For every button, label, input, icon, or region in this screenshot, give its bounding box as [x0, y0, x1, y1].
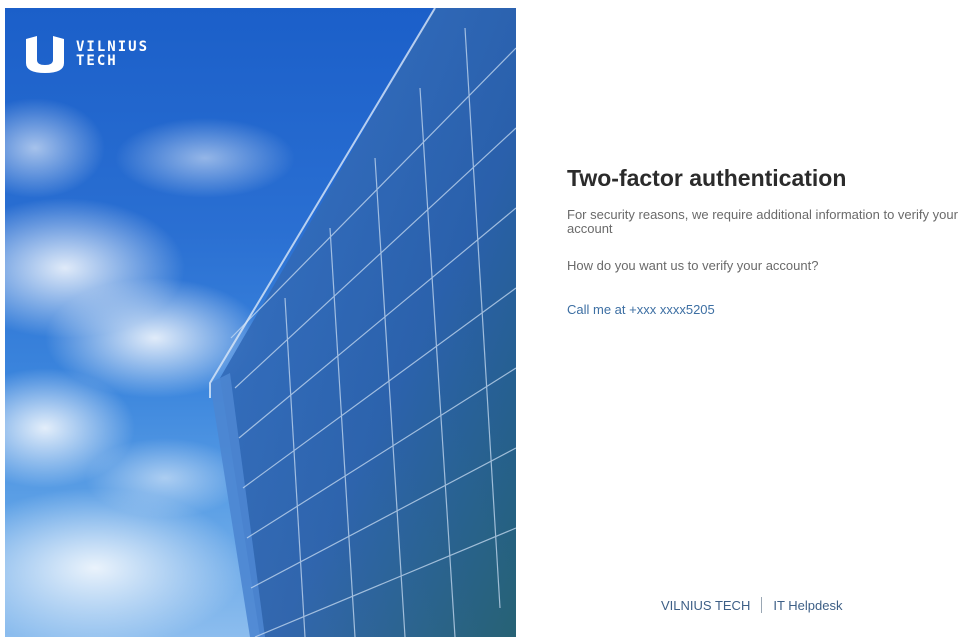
building-sky-illustration [5, 8, 516, 637]
footer-divider [761, 597, 763, 613]
hero-image: VILNIUS TECH [5, 8, 516, 637]
footer-brand-link[interactable]: VILNIUS TECH [661, 598, 750, 613]
mfa-panel: Two-factor authentication For security r… [567, 164, 972, 319]
logo-line-1: VILNIUS [76, 39, 150, 55]
security-description: For security reasons, we require additio… [567, 207, 958, 236]
verification-question: How do you want us to verify your accoun… [567, 258, 819, 273]
call-me-option[interactable]: Call me at +xxx xxxx5205 [567, 302, 715, 317]
university-logo-icon [26, 36, 64, 73]
it-helpdesk-link[interactable]: IT Helpdesk [773, 598, 842, 613]
page-title: Two-factor authentication [567, 165, 847, 191]
vilnius-tech-logo: VILNIUS TECH [24, 33, 149, 75]
logo-line-2: TECH [76, 53, 118, 69]
footer: VILNIUS TECH IT Helpdesk [661, 597, 842, 613]
login-page: VILNIUS TECH Two-factor authentication F… [0, 0, 979, 637]
logo-wordmark: VILNIUS TECH [76, 40, 149, 68]
